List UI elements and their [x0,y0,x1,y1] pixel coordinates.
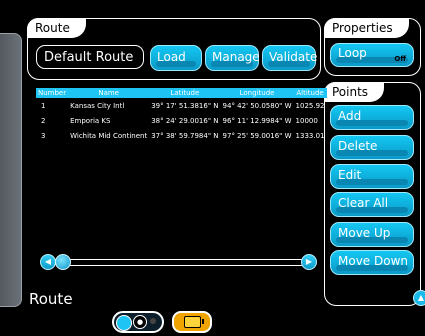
screen-title: Route [29,290,73,308]
side-drawer-tab[interactable] [0,33,22,307]
cell-latitude: 39° 17' 51.3816" N [151,101,219,110]
table-row[interactable]: 3 Wichita Mid Continent 37° 38' 59.7984"… [36,128,327,143]
gauge-icon: ● [133,315,147,329]
route-name-field[interactable]: Default Route [36,45,144,69]
horizontal-scrollbar[interactable] [58,259,304,266]
scrollbar-thumb[interactable] [55,254,71,270]
cell-number: 2 [41,116,46,125]
properties-panel-title: Properties [324,18,409,38]
battery-cell-icon [184,316,204,328]
manage-button[interactable]: Manage [205,45,260,71]
cell-longitude: 97° 25' 59.0016" W [222,131,292,140]
delete-button[interactable]: Delete [330,135,414,160]
loop-toggle-button[interactable]: Loop Off [330,43,414,67]
points-panel-title: Points [324,82,385,102]
cell-longitude: 94° 42' 50.0580" W [222,101,292,110]
table-row[interactable]: 1 Kansas City Intl 39° 17' 51.3816" N 94… [36,98,327,113]
route-panel-title: Route [27,18,86,38]
loop-label: Loop [338,46,367,60]
clear-all-button[interactable]: Clear All [330,192,414,217]
header-name[interactable]: Name [68,88,150,98]
route-panel: Route Default Route Load Manage Validate [27,18,321,80]
move-down-button-label: Move Down [338,254,408,268]
loop-state: Off [394,55,406,63]
header-latitude[interactable]: Latitude [149,88,221,98]
cell-latitude: 37° 38' 59.7984" N [151,131,219,140]
cell-altitude: 1025.92 [295,101,325,110]
cell-altitude: 1333.01 [295,131,325,140]
chevron-right-icon[interactable]: ▶ [301,254,317,270]
cell-latitude: 38° 24' 29.0016" N [151,116,219,125]
validate-button-label: Validate [269,50,318,64]
cell-altitude: 10000 [295,116,318,125]
cell-longitude: 96° 11' 12.9984" W [222,116,292,125]
header-number[interactable]: Number [36,88,69,98]
properties-panel: Properties Loop Off [324,18,421,76]
add-button-label: Add [338,109,362,123]
load-button-label: Load [157,50,186,64]
header-longitude[interactable]: Longitude [220,88,294,98]
edit-button-label: Edit [338,168,362,182]
header-altitude[interactable]: Altitude [293,88,327,98]
cell-name: Emporia KS [70,116,111,125]
cell-number: 3 [41,131,46,140]
validate-button[interactable]: Validate [262,45,318,71]
edit-button[interactable]: Edit [330,164,414,189]
waypoint-table: Number Name Latitude Longitude Altitude … [36,88,327,143]
load-button[interactable]: Load [150,45,202,71]
toggle-knob [116,315,132,331]
indicator-dot [150,318,156,324]
chevron-up-icon[interactable]: ▲ [413,290,425,306]
move-down-button[interactable]: Move Down [330,250,414,275]
cell-name: Wichita Mid Continent [70,131,148,140]
delete-button-label: Delete [338,139,378,153]
move-up-button-label: Move Up [338,226,391,240]
manage-button-label: Manage [212,50,260,64]
table-row[interactable]: 2 Emporia KS 38° 24' 29.0016" N 96° 11' … [36,113,327,128]
chevron-left-icon[interactable]: ◀ [40,254,56,270]
points-panel: Points Add Delete Edit Clear All Move Up… [324,82,421,306]
add-button[interactable]: Add [330,105,414,130]
cell-name: Kansas City Intl [70,101,125,110]
table-header-row: Number Name Latitude Longitude Altitude [36,88,327,98]
battery-icon[interactable] [172,311,212,333]
cell-number: 1 [41,101,46,110]
clear-all-button-label: Clear All [338,196,389,210]
move-up-button[interactable]: Move Up [330,222,414,247]
power-toggle-icon[interactable]: ● [112,311,164,333]
